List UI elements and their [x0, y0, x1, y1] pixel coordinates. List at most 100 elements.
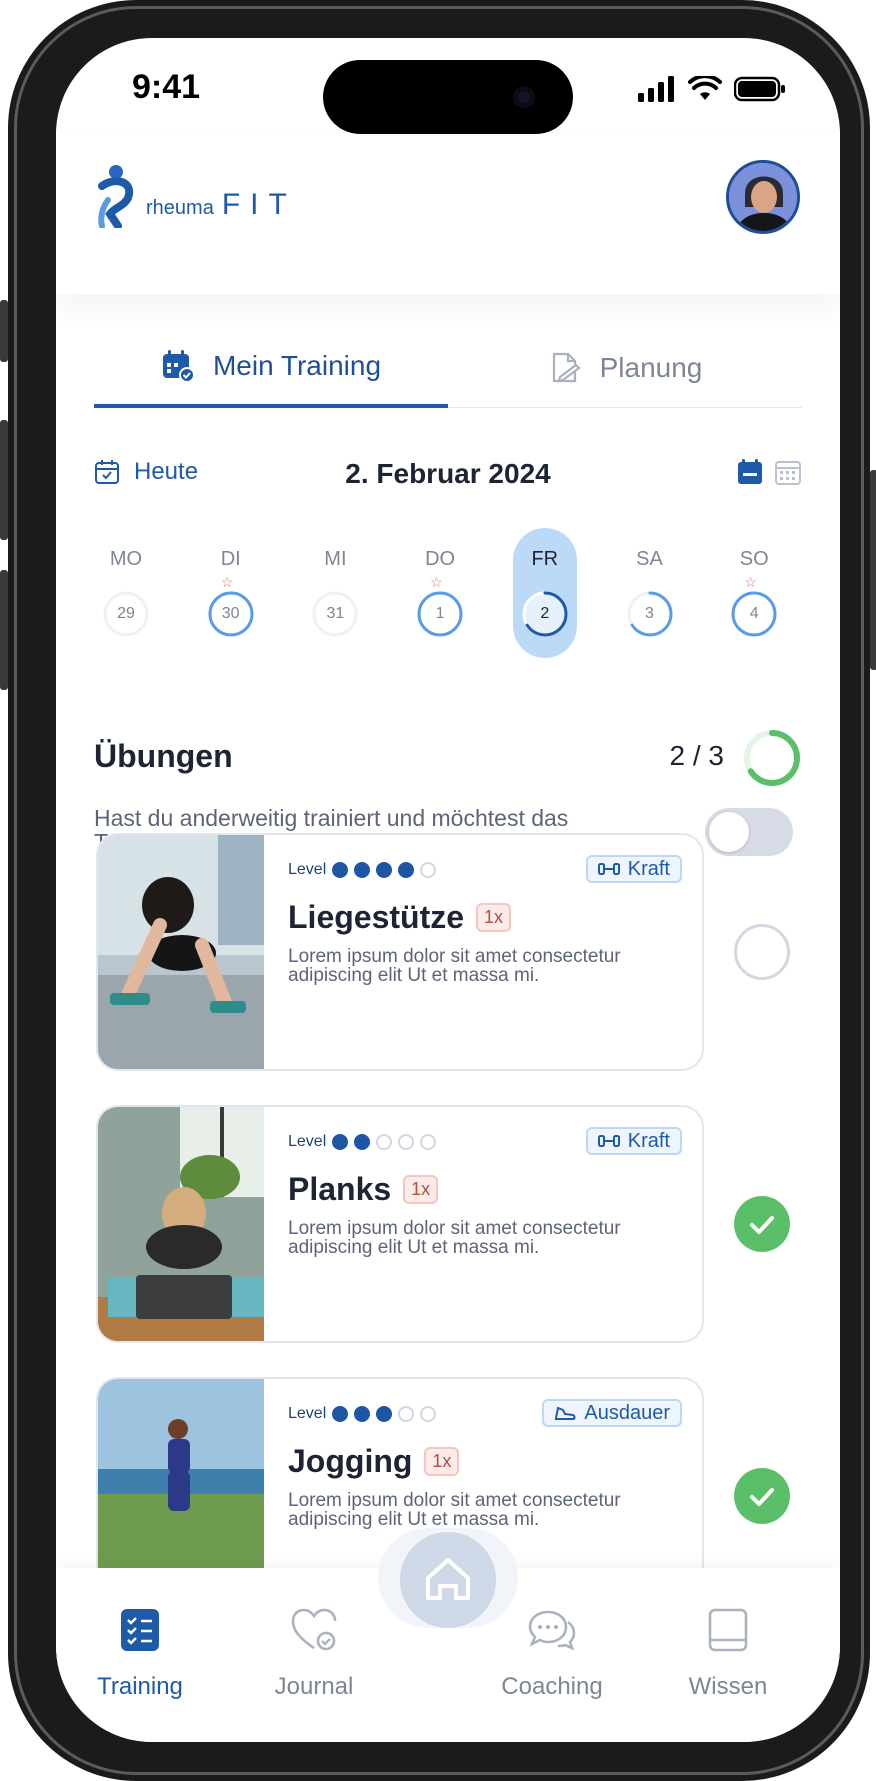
star-icon: ☆ — [220, 574, 234, 590]
day-di[interactable]: DI ☆ 30 — [199, 528, 263, 658]
day-so[interactable]: SO ☆ 4 — [722, 528, 786, 658]
exercise-photo — [98, 1107, 264, 1341]
level-label: Level — [288, 861, 327, 878]
category-tag: Kraft — [585, 1127, 682, 1155]
week-strip: MO 29 DI ☆ 30 MI 31 DO ☆ 1 FR 2 SA 3 SO ☆ 4 — [94, 528, 802, 658]
day-number: 30 — [221, 605, 240, 622]
signal-icon — [638, 76, 674, 102]
month-view-icon[interactable] — [774, 458, 802, 486]
day-mi[interactable]: MI 31 — [303, 528, 367, 658]
nav-training[interactable]: Training — [80, 1608, 200, 1701]
day-label: DI — [220, 548, 241, 570]
phone-frame: 9:41 rheuma FIT Mein Training Planung He… — [0, 0, 876, 1781]
exercises-progress-ring — [744, 730, 800, 786]
exercise-name-row: Jogging 1x — [288, 1443, 460, 1480]
level-dot — [420, 1406, 437, 1422]
home-icon — [426, 1558, 470, 1600]
nav-journal[interactable]: Journal — [254, 1608, 374, 1701]
repetition-badge: 1x — [403, 1175, 439, 1204]
day-fr[interactable]: FR 2 — [512, 528, 577, 658]
level-dot — [398, 1406, 415, 1422]
day-sa[interactable]: SA 3 — [618, 528, 682, 658]
exercise-name: Planks — [288, 1171, 392, 1207]
day-number: 1 — [435, 605, 445, 622]
calendar-check-icon — [162, 350, 195, 383]
day-label: SO — [739, 548, 769, 570]
document-edit-icon — [552, 352, 581, 383]
tab-mein-training[interactable]: Mein Training — [94, 328, 448, 408]
dumbbell-icon — [597, 863, 620, 875]
exercise-name-row: Planks 1x — [288, 1171, 439, 1208]
app-screen: 9:41 rheuma FIT Mein Training Planung He… — [56, 38, 840, 1742]
exercise-card[interactable]: Level Kraft Planks 1x Lorem ipsum dolor sit … — [96, 1105, 704, 1343]
book-icon — [708, 1608, 748, 1652]
tab-planung[interactable]: Planung — [448, 328, 802, 408]
heart-check-icon — [291, 1608, 337, 1651]
status-icons — [638, 76, 786, 102]
level-dot — [332, 862, 349, 878]
level-dot — [376, 1134, 393, 1150]
checkmark-icon — [750, 1216, 774, 1234]
exercise-name-row: Liegestütze 1x — [288, 899, 512, 936]
exercises-count: 2 / 3 — [669, 740, 724, 771]
level-dot — [376, 862, 393, 878]
day-number: 3 — [645, 605, 654, 622]
exercise-description: Lorem ipsum dolor sit amet consectetur a… — [288, 1218, 621, 1258]
nav-label: Journal — [274, 1673, 354, 1700]
compensate-toggle[interactable] — [705, 808, 793, 856]
day-mo[interactable]: MO 29 — [94, 528, 158, 658]
day-label: SA — [636, 548, 663, 570]
level-dot — [354, 862, 371, 878]
profile-avatar[interactable] — [726, 160, 800, 234]
chat-icon — [528, 1610, 576, 1651]
nav-label: Coaching — [501, 1673, 603, 1700]
wifi-icon — [688, 76, 722, 100]
home-button[interactable] — [400, 1532, 496, 1628]
shoe-icon — [555, 1406, 576, 1420]
day-number: 29 — [117, 605, 135, 622]
dynamic-island — [323, 60, 573, 134]
tab-label: Mein Training — [212, 350, 382, 381]
day-do[interactable]: DO ☆ 1 — [408, 528, 472, 658]
level-dot — [420, 862, 437, 878]
exercise-description: Lorem ipsum dolor sit amet consectetur a… — [288, 946, 621, 986]
nav-label: Training — [97, 1673, 183, 1700]
level-indicator: Level — [288, 1133, 437, 1151]
day-label: FR — [531, 548, 559, 570]
level-indicator: Level — [288, 1405, 437, 1423]
tab-bar: Mein Training Planung — [94, 328, 802, 408]
exercise-checkbox[interactable] — [734, 1196, 790, 1252]
level-dot — [354, 1134, 371, 1150]
view-toggle — [736, 458, 802, 486]
exercise-card[interactable]: Level Kraft Liegestütze 1x Lorem ipsum dolor… — [96, 833, 704, 1071]
checklist-icon — [121, 1609, 159, 1651]
category-tag: Kraft — [585, 855, 682, 883]
level-indicator: Level — [288, 861, 437, 879]
exercise-description: Lorem ipsum dolor sit amet consectetur a… — [288, 1490, 621, 1530]
nav-wissen[interactable]: Wissen — [668, 1608, 788, 1701]
week-view-icon[interactable] — [736, 458, 764, 486]
level-dot — [398, 862, 415, 878]
level-label: Level — [288, 1133, 327, 1150]
exercise-checkbox[interactable] — [734, 924, 790, 980]
checkmark-icon — [750, 1488, 774, 1506]
exercises-header: Übungen 2 / 3 — [94, 728, 802, 788]
logo-text-big: FIT — [221, 188, 297, 221]
level-dot — [398, 1134, 415, 1150]
current-date: 2. Februar 2024 — [345, 458, 551, 489]
exercise-checkbox[interactable] — [734, 1468, 790, 1524]
runner-logo-icon — [98, 165, 134, 228]
nav-label: Wissen — [688, 1673, 768, 1700]
nav-coaching[interactable]: Coaching — [492, 1608, 612, 1701]
level-dot — [420, 1134, 437, 1150]
category-label: Kraft — [627, 1129, 670, 1152]
app-logo: rheuma FIT — [94, 164, 297, 228]
exercise-photo — [98, 835, 264, 1069]
day-label: MI — [324, 548, 347, 570]
battery-icon — [734, 76, 785, 102]
day-number: 4 — [749, 605, 759, 622]
category-label: Kraft — [627, 857, 670, 880]
day-number: 31 — [326, 605, 345, 622]
exercise-name: Jogging — [288, 1443, 413, 1479]
dumbbell-icon — [597, 1135, 620, 1147]
